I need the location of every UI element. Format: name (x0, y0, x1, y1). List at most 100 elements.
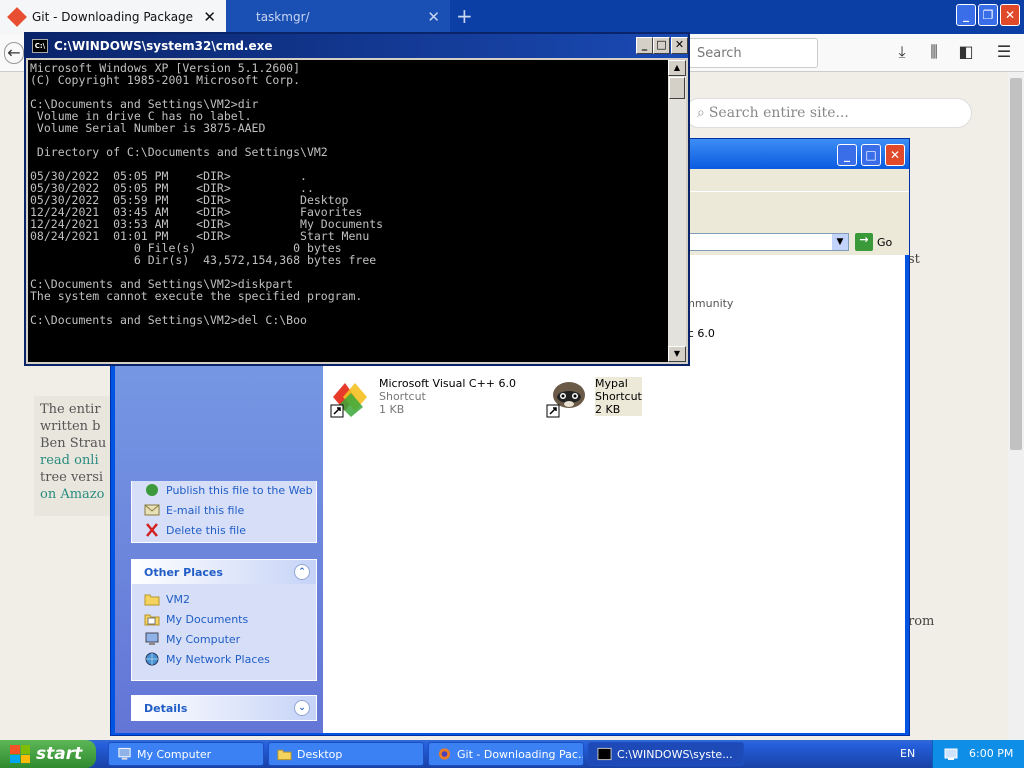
file-label: Mypal Shortcut 2 KB (595, 377, 642, 416)
start-button[interactable]: start (0, 740, 96, 768)
publish-file-link[interactable]: Publish this file to the Web (132, 481, 316, 501)
clock[interactable]: 6:00 PM (969, 747, 1013, 760)
maximize-button[interactable]: □ (861, 144, 881, 166)
mypal-raccoon-icon (546, 382, 585, 418)
go-button[interactable]: → Go (855, 232, 901, 252)
close-tab-icon[interactable]: ✕ (203, 8, 216, 26)
cmd-maximize-button[interactable]: □ (653, 37, 670, 54)
network-tray-icon[interactable] (943, 746, 959, 762)
file-type: Shortcut (379, 390, 426, 403)
task-firefox[interactable]: Git - Downloading Pac... (428, 742, 584, 766)
email-icon (144, 504, 160, 516)
place-vm2[interactable]: VM2 (132, 590, 316, 610)
windows-logo-icon (10, 745, 30, 763)
documents-folder-icon (144, 614, 160, 626)
file-name: Microsoft Visual C++ 6.0 (379, 377, 516, 390)
expand-chevron-icon[interactable]: ⌄ (294, 700, 310, 716)
other-places-header[interactable]: Other Places ⌃ (132, 560, 316, 584)
details-panel: Details ⌄ (131, 695, 317, 721)
scroll-down-arrow-icon[interactable]: ▼ (668, 346, 686, 362)
delete-x-icon (146, 523, 158, 537)
console-output[interactable]: Microsoft Windows XP [Version 5.1.2600](… (28, 60, 668, 362)
place-label: VM2 (166, 593, 191, 606)
close-button[interactable]: ✕ (1000, 4, 1020, 26)
firefox-tab-bar: Git - Downloading Package ✕ taskmgr/ ✕ +… (0, 0, 1024, 34)
amazon-link[interactable]: on Amazo (40, 487, 104, 502)
minimize-button[interactable]: _ (956, 4, 976, 26)
task-label: Desktop (297, 748, 343, 761)
task-desktop[interactable]: Desktop (268, 742, 424, 766)
computer-icon (118, 747, 131, 760)
delete-file-link[interactable]: Delete this file (132, 521, 316, 541)
new-tab-button[interactable]: + (456, 4, 476, 28)
place-my-computer[interactable]: My Computer (132, 630, 316, 650)
task-label: Publish this file to the Web (166, 484, 313, 497)
file-visual-cpp-shortcut[interactable]: Microsoft Visual C++ 6.0 Shortcut 1 KB (329, 377, 529, 425)
restore-button[interactable]: ❐ (978, 4, 998, 26)
place-my-documents[interactable]: My Documents (132, 610, 316, 630)
computer-icon (145, 632, 159, 645)
file-type: Shortcut (595, 390, 642, 403)
console-line: Volume Serial Number is 3875-AAED (30, 121, 266, 135)
download-icon[interactable]: ⤓ (892, 42, 912, 64)
task-label: Git - Downloading Pac... (457, 748, 584, 761)
details-header[interactable]: Details ⌄ (132, 696, 316, 720)
read-online-link[interactable]: read onli (40, 452, 112, 469)
book-text-line: The entir (40, 402, 101, 417)
console-line: (C) Copyright 1985-2001 Microsoft Corp. (30, 73, 301, 87)
chevron-down-icon[interactable]: ▼ (832, 234, 848, 250)
tab-taskmgr[interactable]: taskmgr/ ✕ (226, 0, 450, 34)
folder-icon (277, 749, 292, 761)
cmd-icon[interactable]: C:\ (32, 39, 48, 53)
scroll-up-arrow-icon[interactable]: ▲ (668, 60, 686, 76)
back-icon[interactable]: ← (4, 42, 24, 64)
task-my-computer[interactable]: My Computer (108, 742, 264, 766)
book-text-line: written b (40, 419, 101, 434)
cmd-window: C:\ C:\WINDOWS\system32\cmd.exe _ □ ✕ Mi… (24, 32, 690, 366)
console-line: 6 Dir(s) 43,572,154,368 bytes free (30, 253, 377, 267)
email-file-link[interactable]: E-mail this file (132, 501, 316, 521)
site-search-input[interactable]: ⌕ Search entire site... (684, 98, 972, 128)
close-button[interactable]: ✕ (885, 144, 905, 166)
scrollbar-thumb[interactable] (1010, 78, 1022, 450)
cmd-title-bar[interactable]: C:\ C:\WINDOWS\system32\cmd.exe _ □ ✕ (26, 34, 688, 58)
folder-icon (144, 594, 160, 606)
go-label: Go (877, 235, 893, 249)
page-text-fragment: rom (908, 614, 935, 629)
menu-icon[interactable]: ☰ (994, 42, 1014, 64)
file-mypal-shortcut[interactable]: Mypal Shortcut 2 KB (545, 377, 745, 425)
console-line: The system cannot execute the specified … (30, 289, 363, 303)
cmd-title: C:\WINDOWS\system32\cmd.exe (54, 39, 273, 53)
panel-title: Details (144, 702, 188, 715)
task-label: E-mail this file (166, 504, 245, 517)
sidebar-icon[interactable]: ◧ (956, 42, 976, 64)
visual-cpp-icon (330, 383, 367, 418)
library-icon[interactable]: ⫼ (924, 42, 944, 64)
cmd-minimize-button[interactable]: _ (636, 37, 653, 54)
cmd-close-button[interactable]: ✕ (671, 37, 688, 54)
task-cmd[interactable]: C:\WINDOWS\syste... (588, 742, 744, 766)
minimize-button[interactable]: _ (837, 144, 857, 166)
taskbar: start My Computer Desktop Git - Download… (0, 740, 1024, 768)
cmd-icon (597, 747, 612, 761)
network-globe-icon (145, 652, 159, 666)
panel-title: Other Places (144, 566, 223, 579)
search-input[interactable]: Search (688, 38, 818, 68)
file-name: Mypal (595, 377, 628, 390)
file-size: 1 KB (379, 403, 405, 416)
close-tab-icon[interactable]: ✕ (427, 8, 440, 26)
console-line: Directory of C:\Documents and Settings\V… (30, 145, 328, 159)
book-text-line: tree versi (40, 470, 104, 485)
place-my-network[interactable]: My Network Places (132, 650, 316, 670)
git-logo-icon (7, 7, 27, 27)
tab-git-downloading[interactable]: Git - Downloading Package ✕ (0, 0, 226, 34)
file-tasks-panel: Publish this file to the Web E-mail this… (131, 481, 317, 543)
tab-title: Git - Downloading Package (32, 10, 194, 24)
cmd-scrollbar[interactable]: ▲ ▼ (668, 60, 686, 362)
search-icon: ⌕ (697, 105, 705, 121)
start-label: start (36, 744, 83, 764)
scrollbar-thumb[interactable] (669, 77, 685, 99)
collapse-chevron-icon[interactable]: ⌃ (294, 564, 310, 580)
language-indicator[interactable]: EN (900, 747, 915, 760)
book-text-line: Ben Strau (40, 436, 107, 451)
